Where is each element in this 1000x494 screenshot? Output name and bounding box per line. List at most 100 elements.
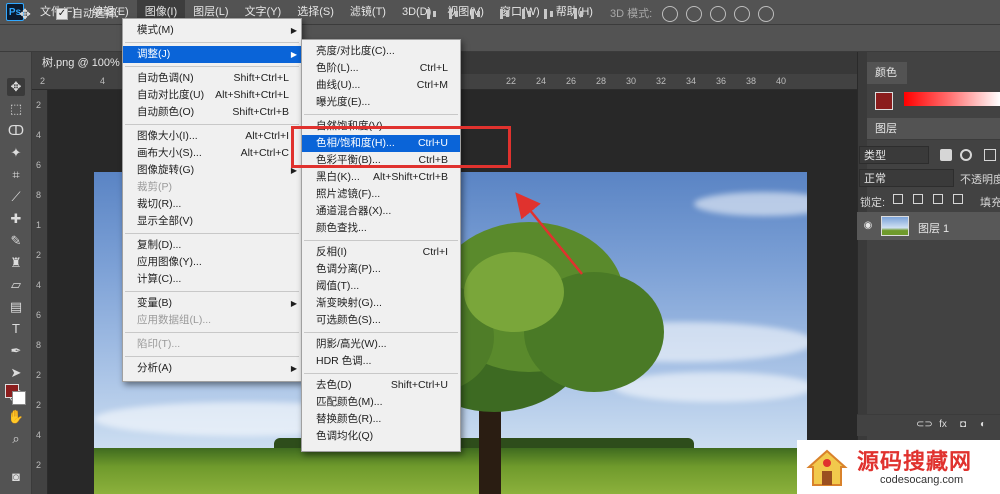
menu-option-label: 图像大小(I)... xyxy=(137,130,198,142)
menu-option[interactable]: 图像旋转(G) ▶ xyxy=(123,162,301,179)
link-icon[interactable]: ⊂⊃ xyxy=(916,418,933,432)
menu-option-label: 色调均化(Q) xyxy=(316,430,374,442)
menu-option[interactable]: 匹配颜色(M)... xyxy=(302,394,460,411)
menu-option[interactable]: 自动对比度(U) Alt+Shift+Ctrl+L xyxy=(123,87,301,104)
marquee-icon[interactable]: ⬚ xyxy=(7,100,25,118)
menu-option[interactable]: 照片滤镜(F)... xyxy=(302,186,460,203)
menu-option[interactable]: 阈值(T)... xyxy=(302,278,460,295)
menu-option[interactable]: HDR 色调... xyxy=(302,353,460,370)
menu-option[interactable]: 去色(D) Shift+Ctrl+U xyxy=(302,377,460,394)
lock-position-icon[interactable] xyxy=(933,194,943,204)
3d-rotate-icon[interactable] xyxy=(662,6,678,22)
menu-option[interactable]: 色调均化(Q) xyxy=(302,428,460,445)
crop-icon[interactable]: ⌗ xyxy=(7,166,25,184)
menu-option[interactable]: 色调分离(P)... xyxy=(302,261,460,278)
distribute-vcenter-icon[interactable] xyxy=(520,8,534,20)
layer-filter-select[interactable]: 类型 xyxy=(859,146,929,164)
brush-icon[interactable]: ✎ xyxy=(7,232,25,250)
align-left-icon[interactable] xyxy=(425,8,439,20)
menu-option[interactable]: 分析(A) ▶ xyxy=(123,360,301,377)
path-select-icon[interactable]: ➤ xyxy=(7,364,25,382)
menu-option-label: 裁切(R)... xyxy=(137,198,182,210)
filter-shape-icon[interactable] xyxy=(984,149,996,161)
ruler-number: 2 xyxy=(36,250,42,260)
3d-pan-icon[interactable] xyxy=(710,6,726,22)
menu-option[interactable]: 颜色查找... xyxy=(302,220,460,237)
healing-icon[interactable]: ✚ xyxy=(7,210,25,228)
stamp-icon[interactable]: ♜ xyxy=(7,254,25,272)
menu-option[interactable]: 复制(D)... xyxy=(123,237,301,254)
menu-option[interactable]: 可选颜色(S)... xyxy=(302,312,460,329)
blend-mode-select[interactable]: 正常 xyxy=(859,169,954,187)
menu-option[interactable]: 自动色调(N) Shift+Ctrl+L xyxy=(123,70,301,87)
tab-layers[interactable]: 图层 xyxy=(867,118,1000,140)
fx-icon[interactable]: fx xyxy=(936,418,950,432)
eraser-icon[interactable]: ▱ xyxy=(7,276,25,294)
menu-option: 裁剪(P) xyxy=(123,179,301,196)
move-tool-icon[interactable]: ✥ xyxy=(16,5,34,23)
pen-icon[interactable]: ✒ xyxy=(7,342,25,360)
tab-color[interactable]: 颜色 xyxy=(867,62,907,84)
menu-option-label: 颜色查找... xyxy=(316,222,367,234)
menu-option[interactable]: 应用图像(Y)... xyxy=(123,254,301,271)
3d-roll-icon[interactable] xyxy=(686,6,702,22)
menu-option[interactable]: 渐变映射(G)... xyxy=(302,295,460,312)
eyedropper-icon[interactable]: ⟋ xyxy=(7,188,25,206)
lock-all-icon[interactable] xyxy=(953,194,963,204)
3d-mode-label: 3D 模式: xyxy=(610,8,653,20)
visibility-eye-icon[interactable]: ◉ xyxy=(862,220,874,232)
menu-item[interactable]: 滤镜(T) xyxy=(342,0,394,24)
menu-option[interactable]: 图像大小(I)... Alt+Ctrl+I xyxy=(123,128,301,145)
menu-option-label: 复制(D)... xyxy=(137,239,182,251)
filter-adjustment-icon[interactable] xyxy=(960,149,972,161)
menu-option[interactable]: 色阶(L)... Ctrl+L xyxy=(302,60,460,77)
menu-option[interactable]: 曲线(U)... Ctrl+M xyxy=(302,77,460,94)
type-icon[interactable]: T xyxy=(7,320,25,338)
lock-pixels-icon[interactable] xyxy=(913,194,923,204)
lasso-icon[interactable]: ↀ xyxy=(7,122,25,140)
menu-option[interactable]: 替换颜色(R)... xyxy=(302,411,460,428)
3d-scale-icon[interactable] xyxy=(758,6,774,22)
distribute-top-icon[interactable] xyxy=(498,8,512,20)
menu-option[interactable]: 曝光度(E)... xyxy=(302,94,460,111)
menu-option[interactable]: 反相(I) Ctrl+I xyxy=(302,244,460,261)
color-panel-foreground[interactable] xyxy=(875,92,893,110)
filter-pixel-icon[interactable] xyxy=(940,149,952,161)
menu-option[interactable]: 变量(B) ▶ xyxy=(123,295,301,312)
background-color-swatch[interactable] xyxy=(12,391,26,405)
zoom-icon[interactable]: ⌕ xyxy=(7,430,25,448)
menu-option[interactable]: 通道混合器(X)... xyxy=(302,203,460,220)
mask-icon[interactable]: ◘ xyxy=(956,418,970,432)
menu-option[interactable]: 阴影/高光(W)... xyxy=(302,336,460,353)
menu-option[interactable]: 画布大小(S)... Alt+Ctrl+C xyxy=(123,145,301,162)
menu-shortcut: Alt+Ctrl+C xyxy=(240,147,289,159)
hand-icon[interactable]: ✋ xyxy=(7,408,25,426)
menu-option[interactable]: 裁切(R)... xyxy=(123,196,301,213)
menu-option-label: 渐变映射(G)... xyxy=(316,297,382,309)
ruler-number: 34 xyxy=(686,76,697,86)
gradient-icon[interactable]: ▤ xyxy=(7,298,25,316)
menu-option-label: 自动颜色(O) xyxy=(137,106,195,118)
menu-option[interactable]: 自动颜色(O) Shift+Ctrl+B xyxy=(123,104,301,121)
auto-select-checkbox[interactable]: ✓ xyxy=(56,8,68,20)
magic-wand-icon[interactable]: ✦ xyxy=(7,144,25,162)
distribute-bottom-icon[interactable] xyxy=(542,8,556,20)
menu-option[interactable]: 计算(C)... xyxy=(123,271,301,288)
menu-option[interactable]: 黑白(K)... Alt+Shift+Ctrl+B xyxy=(302,169,460,186)
lock-transparent-icon[interactable] xyxy=(893,194,903,204)
color-ramp[interactable] xyxy=(904,92,1000,106)
menu-option[interactable]: 亮度/对比度(C)... xyxy=(302,43,460,60)
menu-separator xyxy=(125,332,299,333)
menu-option[interactable]: 调整(J) ▶ xyxy=(123,46,301,63)
move-icon[interactable]: ✥ xyxy=(7,78,25,96)
menu-option[interactable]: 模式(M) ▶ xyxy=(123,22,301,39)
quick-mask-icon[interactable]: ◙ xyxy=(7,468,25,486)
3d-slide-icon[interactable] xyxy=(734,6,750,22)
distribute-left-icon[interactable] xyxy=(572,8,586,20)
align-hcenter-icon[interactable] xyxy=(447,8,461,20)
ruler-number: 30 xyxy=(626,76,637,86)
align-right-icon[interactable] xyxy=(469,8,483,20)
tools-panel: ✥ ⬚ ↀ ✦ ⌗ ⟋ ✚ ✎ ♜ ▱ ▤ T ✒ ➤ ◯ ✋ xyxy=(0,52,32,494)
adjustment-icon[interactable]: ◐ xyxy=(976,418,990,432)
menu-option[interactable]: 显示全部(V) xyxy=(123,213,301,230)
